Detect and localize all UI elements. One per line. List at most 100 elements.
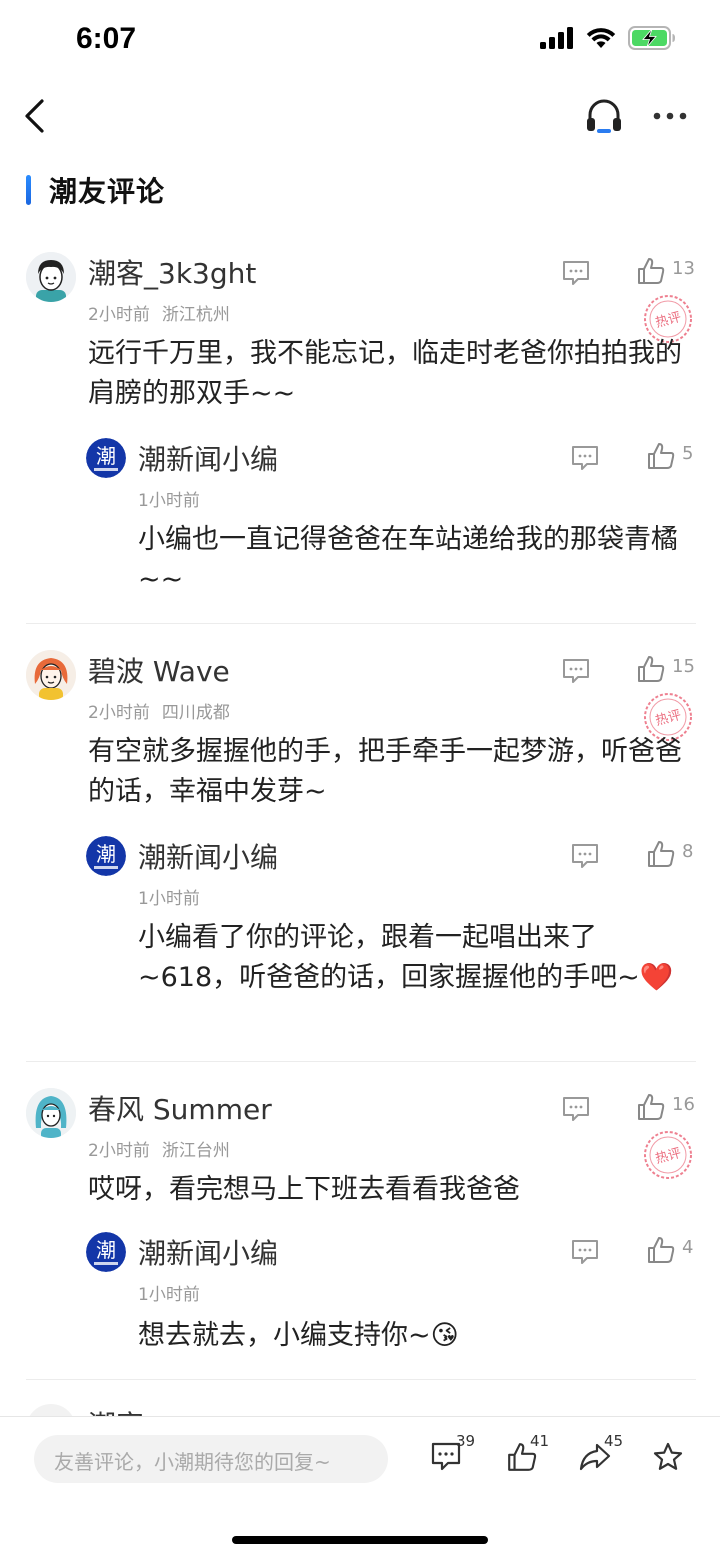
editor-avatar[interactable]: 潮 [86, 1232, 126, 1272]
reply-button[interactable] [561, 260, 591, 285]
like-button[interactable]: 5 [646, 441, 693, 471]
comment-username[interactable]: 潮客_3k3ght [88, 252, 256, 292]
like-button[interactable]: 8 [646, 839, 693, 869]
nav-bar [0, 80, 720, 152]
section-header: 潮友评论 [26, 172, 165, 208]
comment-text: 有空就多握握他的手，把手牵手一起梦游，听爸爸的话，幸福中发芽~ [88, 736, 682, 807]
comment-input[interactable]: 友善评论，小潮期待您的回复~ [34, 1435, 388, 1483]
comment-meta: 2小时前 浙江杭州 [88, 300, 230, 325]
thumbs-up-icon [638, 1094, 665, 1120]
comment-location: 四川成都 [161, 703, 230, 723]
comment-username[interactable]: 春风 Summer [88, 1088, 272, 1128]
home-indicator [232, 1536, 488, 1544]
comment-bubble-icon [563, 1097, 589, 1121]
reply-text: 小编看了你的评论，跟着一起唱出来了~618，听爸爸的话，回家握握他的手吧~❤️ [138, 922, 674, 993]
svg-text:潮: 潮 [96, 842, 116, 866]
reply-time: 1小时前 [138, 889, 200, 909]
editor-avatar[interactable]: 潮 [86, 438, 126, 478]
reply-button[interactable] [570, 1239, 600, 1264]
svg-text:潮: 潮 [96, 1238, 116, 1262]
editor-avatar[interactable]: 潮 [86, 836, 126, 876]
like-button[interactable]: 15 [636, 654, 695, 684]
avatar[interactable] [26, 1404, 76, 1416]
comment-username[interactable]: 潮客_ [88, 1404, 158, 1416]
boy-avatar-icon [26, 252, 76, 302]
reply-button[interactable] [561, 1096, 591, 1121]
like-count: 8 [682, 841, 694, 862]
girl-avatar-icon [26, 650, 76, 700]
wifi-icon [586, 28, 616, 48]
reply-button[interactable] [570, 445, 600, 470]
status-bar: 6:07 [0, 0, 720, 80]
status-icons [540, 26, 676, 50]
like-count: 5 [682, 443, 694, 464]
comment-time: 2小时前 [88, 703, 150, 723]
comment-meta: 2小时前 浙江台州 [88, 1136, 230, 1161]
like-button[interactable]: 13 [636, 256, 695, 286]
comment-bubble-icon [563, 261, 589, 285]
comment-text: 哎呀，看完想马上下班去看看我爸爸 [88, 1174, 520, 1205]
comment-location: 浙江台州 [161, 1141, 230, 1161]
comment-bubble-icon [572, 1240, 598, 1264]
divider [26, 1061, 696, 1062]
comment-text: 远行千万里，我不能忘记，临走时老爸你拍拍我的肩膀的那双手~~ [88, 338, 682, 409]
chao-news-logo-icon: 潮 [86, 1232, 126, 1272]
comment-bubble-icon [563, 659, 589, 683]
reply-button[interactable] [570, 843, 600, 868]
more-dots-icon [653, 112, 687, 120]
chao-news-logo-icon: 潮 [86, 836, 126, 876]
stamp-label: 热评 [654, 708, 683, 729]
share-count-badge: 45 [604, 1432, 624, 1450]
reply-text: 想去就去，小编支持你~😘 [138, 1320, 459, 1351]
comment-item-partial: 潮客_ [0, 1404, 720, 1416]
like-count: 15 [672, 656, 695, 677]
comment-bubble-icon [572, 844, 598, 868]
stamp-label: 热评 [654, 1146, 683, 1167]
reply-time: 1小时前 [138, 1285, 200, 1305]
girl-avatar-icon [26, 1088, 76, 1138]
chao-news-logo-icon: 潮 [86, 438, 126, 478]
stamp-label: 热评 [654, 310, 683, 331]
comment-time: 2小时前 [88, 305, 150, 325]
thumbs-up-icon [648, 1237, 675, 1263]
like-button[interactable]: 4 [646, 1235, 693, 1265]
divider [26, 623, 696, 624]
thumbs-up-icon [648, 443, 675, 469]
section-accent-bar [26, 175, 31, 205]
comment-username[interactable]: 碧波 Wave [88, 650, 230, 690]
headset-icon [587, 99, 621, 133]
thumbs-up-icon [638, 258, 665, 284]
more-button[interactable] [652, 106, 688, 126]
comment-meta: 2小时前 四川成都 [88, 698, 230, 723]
thumbs-up-icon [638, 656, 665, 682]
chevron-left-icon [25, 99, 44, 133]
reply-text: 小编也一直记得爸爸在车站递给我的那袋青橘~~ [138, 524, 678, 595]
comment-count-badge: 39 [456, 1432, 476, 1450]
avatar[interactable] [26, 252, 76, 302]
like-count: 16 [672, 1094, 695, 1115]
thumbs-up-icon [648, 841, 675, 867]
listen-button[interactable] [584, 96, 624, 136]
like-count-badge: 41 [530, 1432, 550, 1450]
comment-time: 2小时前 [88, 1141, 150, 1161]
favorite-button[interactable] [652, 1441, 692, 1481]
avatar[interactable] [26, 1088, 76, 1138]
reply-button[interactable] [561, 658, 591, 683]
like-count: 13 [672, 258, 695, 279]
avatar[interactable] [26, 650, 76, 700]
divider [26, 1379, 696, 1380]
star-icon [653, 1442, 683, 1470]
section-title: 潮友评论 [49, 175, 166, 208]
reply-username[interactable]: 潮新闻小编 [138, 836, 278, 876]
like-button[interactable]: 16 [636, 1092, 695, 1122]
comment-input-placeholder: 友善评论，小潮期待您的回复~ [54, 1450, 331, 1474]
like-count: 4 [682, 1237, 694, 1258]
back-button[interactable] [14, 96, 54, 136]
cellular-signal-icon [540, 27, 573, 49]
comment-bubble-icon [572, 446, 598, 470]
reply-username[interactable]: 潮新闻小编 [138, 438, 278, 478]
comment-location: 浙江杭州 [161, 305, 230, 325]
battery-charging-icon [628, 26, 675, 50]
svg-text:潮: 潮 [96, 444, 116, 468]
reply-username[interactable]: 潮新闻小编 [138, 1232, 278, 1272]
